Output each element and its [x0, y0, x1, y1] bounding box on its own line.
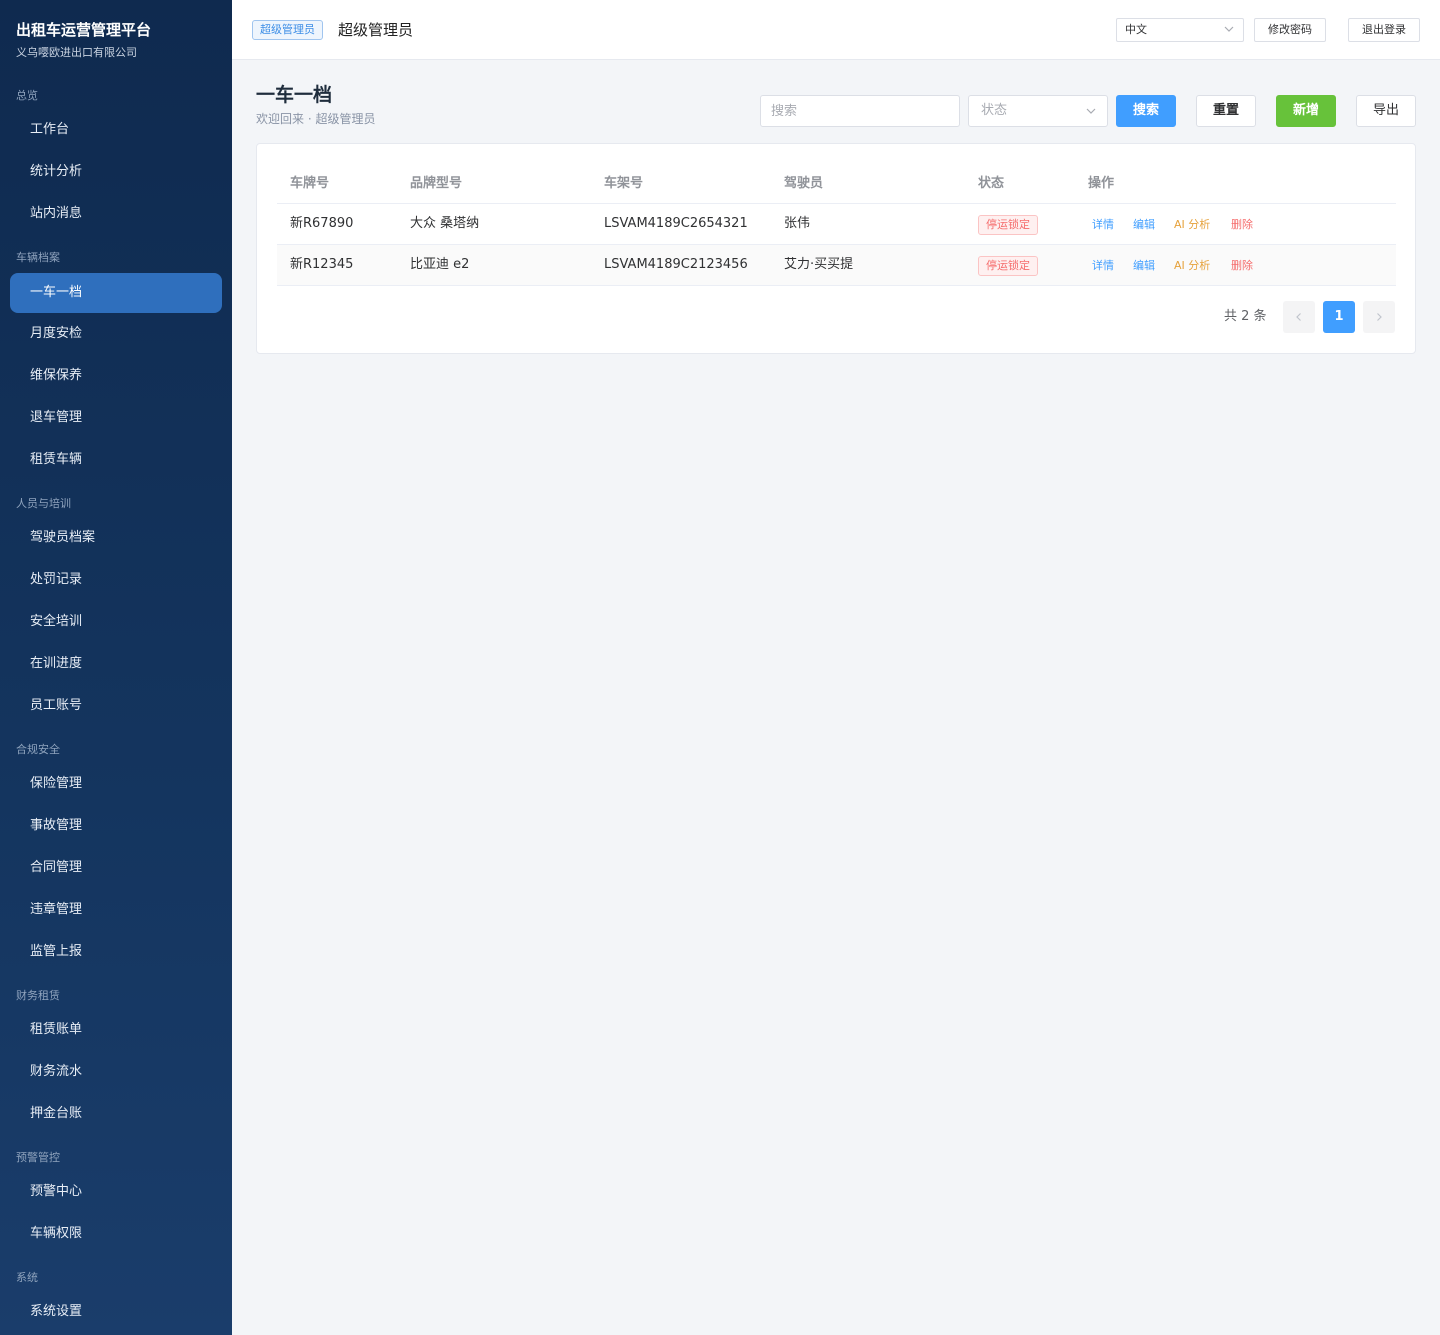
company-name: 义乌嘤欧进出口有限公司: [16, 46, 137, 59]
sidebar-item-stats[interactable]: 统计分析: [10, 152, 222, 192]
delete-link[interactable]: 删除: [1231, 259, 1253, 273]
cell-driver: 张伟: [784, 216, 811, 231]
pagination-total: 共 2 条: [1224, 309, 1267, 324]
nav-section-compliance: 合规安全: [16, 743, 60, 756]
sidebar-item-contracts[interactable]: 合同管理: [10, 848, 222, 888]
sidebar-item-maintenance[interactable]: 维保保养: [10, 356, 222, 396]
nav-section-warning: 预警管控: [16, 1151, 60, 1164]
app-title: 出租车运营管理平台: [16, 21, 152, 39]
col-vin: 车架号: [604, 176, 644, 191]
cell-model: 比亚迪 e2: [410, 257, 470, 272]
search-button[interactable]: 搜索: [1116, 95, 1176, 127]
col-actions: 操作: [1088, 176, 1115, 191]
sidebar-item-training-progress[interactable]: 在训进度: [10, 644, 222, 684]
vehicle-table: 车牌号 品牌型号 车架号 驾驶员 状态 操作 新R67890 大众 桑塔纳 LS…: [277, 164, 1396, 286]
ai-analysis-link[interactable]: AI 分析: [1174, 218, 1210, 232]
nav-section-vehicle: 车辆档案: [16, 251, 60, 264]
sidebar-item-insurance[interactable]: 保险管理: [10, 764, 222, 804]
sidebar-item-monthly-check[interactable]: 月度安检: [10, 314, 222, 354]
col-driver: 驾驶员: [784, 176, 824, 191]
sidebar-item-rental-bills[interactable]: 租赁账单: [10, 1010, 222, 1050]
sidebar: 出租车运营管理平台 义乌嘤欧进出口有限公司 总览 工作台 统计分析 站内消息 车…: [0, 0, 232, 1335]
sidebar-item-return-car[interactable]: 退车管理: [10, 398, 222, 438]
prev-page-button[interactable]: [1283, 301, 1315, 333]
chevron-right-icon: [1377, 313, 1382, 321]
ai-analysis-link[interactable]: AI 分析: [1174, 259, 1210, 273]
cell-model: 大众 桑塔纳: [410, 216, 480, 231]
chevron-down-icon: [1224, 26, 1234, 32]
page-title: 一车一档: [256, 84, 333, 106]
reset-button[interactable]: 重置: [1196, 95, 1256, 127]
col-plate: 车牌号: [290, 176, 330, 191]
sidebar-item-accidents[interactable]: 事故管理: [10, 806, 222, 846]
cell-plate: 新R67890: [290, 216, 354, 231]
topbar: 超级管理员 超级管理员 中文 修改密码 退出登录: [232, 0, 1440, 60]
sidebar-item-rental-cars[interactable]: 租赁车辆: [10, 440, 222, 480]
status-badge: 停运锁定: [978, 215, 1038, 235]
table-row: 新R67890 大众 桑塔纳 LSVAM4189C2654321 张伟 停运锁定…: [277, 204, 1396, 245]
sidebar-item-warning-center[interactable]: 预警中心: [10, 1172, 222, 1212]
cell-plate: 新R12345: [290, 257, 354, 272]
add-button[interactable]: 新增: [1276, 95, 1336, 127]
delete-link[interactable]: 删除: [1231, 218, 1253, 232]
detail-link[interactable]: 详情: [1092, 218, 1114, 232]
nav-section-people: 人员与培训: [16, 497, 71, 510]
status-select[interactable]: 状态: [968, 95, 1108, 127]
sidebar-item-safety-training[interactable]: 安全培训: [10, 602, 222, 642]
sidebar-item-one-car[interactable]: 一车一档: [10, 273, 222, 313]
language-value: 中文: [1125, 23, 1147, 36]
status-badge: 停运锁定: [978, 256, 1038, 276]
nav-section-finance: 财务租赁: [16, 989, 60, 1002]
col-model: 品牌型号: [410, 176, 463, 191]
status-placeholder: 状态: [981, 103, 1008, 118]
logout-button[interactable]: 退出登录: [1348, 18, 1420, 42]
chevron-left-icon: [1296, 313, 1301, 321]
sidebar-item-workbench[interactable]: 工作台: [10, 110, 222, 150]
col-status: 状态: [978, 176, 1005, 191]
edit-link[interactable]: 编辑: [1133, 218, 1155, 232]
user-name: 超级管理员: [338, 21, 414, 39]
nav-section-system: 系统: [16, 1271, 38, 1284]
sidebar-item-drivers[interactable]: 驾驶员档案: [10, 518, 222, 558]
sidebar-item-deposit-ledger[interactable]: 押金台账: [10, 1094, 222, 1134]
table-header: 车牌号 品牌型号 车架号 驾驶员 状态 操作: [277, 164, 1396, 204]
cell-driver: 艾力·买买提: [784, 257, 854, 272]
sidebar-item-reporting[interactable]: 监管上报: [10, 932, 222, 972]
next-page-button[interactable]: [1363, 301, 1395, 333]
role-badge: 超级管理员: [252, 20, 323, 40]
sidebar-item-staff-accounts[interactable]: 员工账号: [10, 686, 222, 726]
cell-vin: LSVAM4189C2123456: [604, 257, 748, 272]
sidebar-item-settings[interactable]: 系统设置: [10, 1292, 222, 1332]
page-number[interactable]: 1: [1323, 301, 1355, 333]
brand: 出租车运营管理平台 义乌嘤欧进出口有限公司: [16, 20, 151, 60]
export-button[interactable]: 导出: [1356, 95, 1416, 127]
chevron-down-icon: [1086, 108, 1096, 114]
table-card: 车牌号 品牌型号 车架号 驾驶员 状态 操作 新R67890 大众 桑塔纳 LS…: [256, 143, 1416, 354]
search-input[interactable]: [760, 95, 960, 127]
nav-section-overview: 总览: [16, 89, 38, 102]
sidebar-item-messages[interactable]: 站内消息: [10, 194, 222, 234]
detail-link[interactable]: 详情: [1092, 259, 1114, 273]
sidebar-item-penalties[interactable]: 处罚记录: [10, 560, 222, 600]
table-row: 新R12345 比亚迪 e2 LSVAM4189C2123456 艾力·买买提 …: [277, 245, 1396, 286]
change-password-button[interactable]: 修改密码: [1254, 18, 1326, 42]
language-select[interactable]: 中文: [1116, 18, 1244, 42]
edit-link[interactable]: 编辑: [1133, 259, 1155, 273]
cell-vin: LSVAM4189C2654321: [604, 216, 748, 231]
sidebar-item-violations[interactable]: 违章管理: [10, 890, 222, 930]
sidebar-item-finance-flow[interactable]: 财务流水: [10, 1052, 222, 1092]
page-subtitle: 欢迎回来 · 超级管理员: [256, 112, 376, 126]
sidebar-item-vehicle-permissions[interactable]: 车辆权限: [10, 1214, 222, 1254]
